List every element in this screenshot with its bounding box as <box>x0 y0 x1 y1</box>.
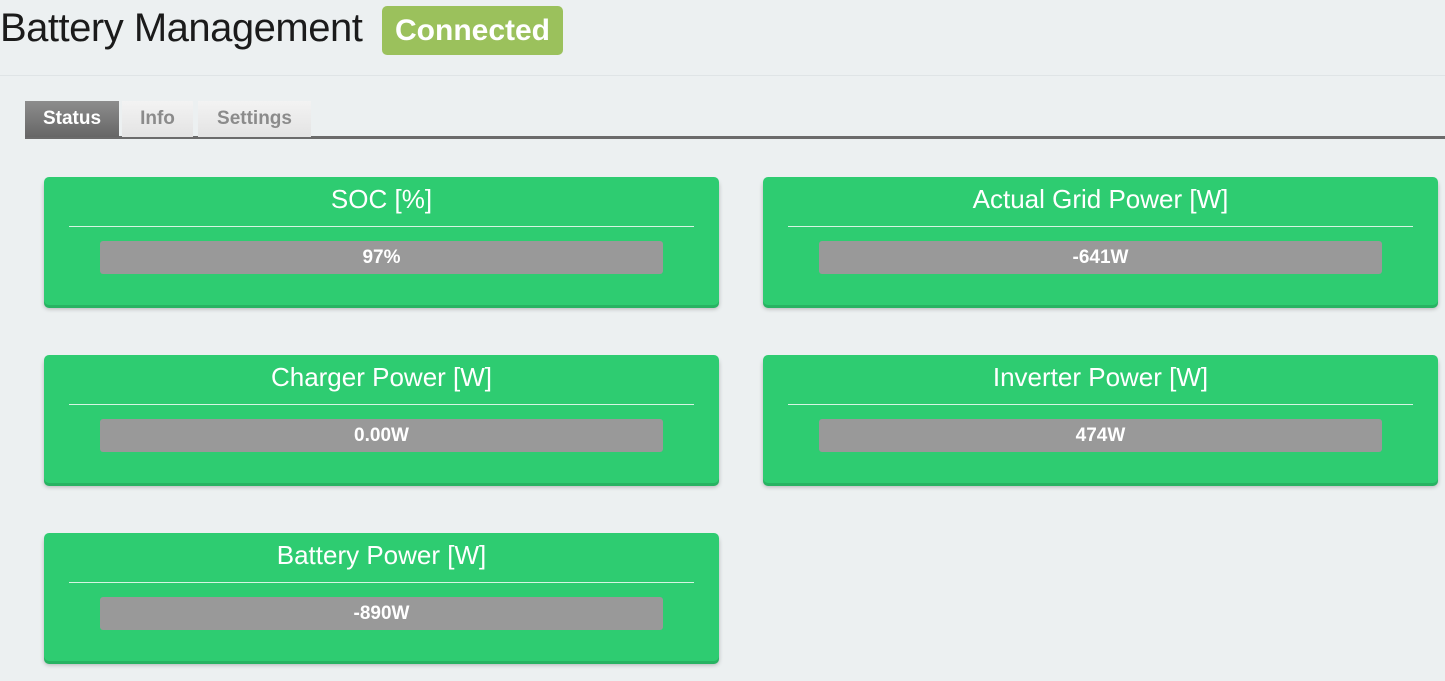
tab-bar: Status Info Settings <box>25 101 1445 139</box>
battery-power-value: -890W <box>100 597 663 630</box>
card-divider <box>788 404 1413 405</box>
connection-status-badge: Connected <box>382 6 564 55</box>
tab-status[interactable]: Status <box>25 101 119 137</box>
card-divider <box>69 404 694 405</box>
grid-power-card: Actual Grid Power [W] -641W <box>763 177 1438 305</box>
charger-power-value: 0.00W <box>100 419 663 452</box>
inverter-power-card-title: Inverter Power [W] <box>992 362 1209 392</box>
soc-value: 97% <box>100 241 663 274</box>
soc-card-title: SOC [%] <box>330 184 433 214</box>
soc-card: SOC [%] 97% <box>44 177 719 305</box>
charger-power-card: Charger Power [W] 0.00W <box>44 355 719 483</box>
battery-power-card-title: Battery Power [W] <box>276 540 487 570</box>
battery-power-card: Battery Power [W] -890W <box>44 533 719 661</box>
inverter-power-value: 474W <box>819 419 1382 452</box>
card-divider <box>69 226 694 227</box>
tab-info[interactable]: Info <box>122 101 193 137</box>
grid-power-value: -641W <box>819 241 1382 274</box>
grid-power-card-title: Actual Grid Power [W] <box>972 184 1229 214</box>
inverter-power-card: Inverter Power [W] 474W <box>763 355 1438 483</box>
page-header: Battery Management Connected <box>0 0 1445 76</box>
page-title: Battery Management <box>0 6 363 50</box>
charger-power-card-title: Charger Power [W] <box>270 362 493 392</box>
card-divider <box>788 226 1413 227</box>
card-divider <box>69 582 694 583</box>
tab-settings[interactable]: Settings <box>198 101 311 137</box>
